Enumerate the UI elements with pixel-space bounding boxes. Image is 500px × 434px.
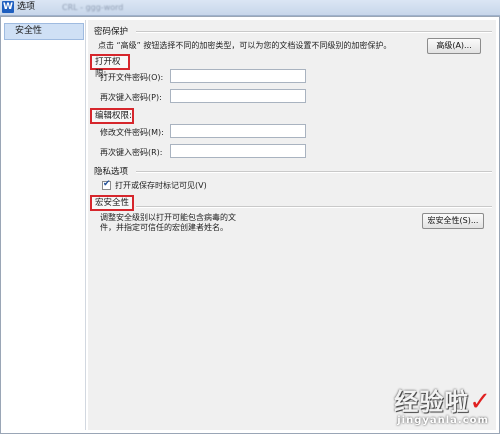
wps-writer-icon: W	[2, 1, 14, 13]
password-description: 点击 “高级” 按钮选择不同的加密类型，可以为您的文档设置不同级别的加密保护。	[98, 41, 392, 50]
mark-visible-label[interactable]: 打开或保存时标记可见(V)	[115, 180, 207, 191]
open-password-input[interactable]	[170, 69, 306, 83]
section-divider	[136, 206, 492, 208]
open-password-confirm-input[interactable]	[170, 89, 306, 103]
watermark-logo: 经验啦✓	[394, 387, 492, 417]
open-password-label: 打开文件密码(O):	[100, 73, 164, 82]
privacy-options-title: 隐私选项	[94, 167, 129, 177]
open-permission-title: 打开权限:	[90, 54, 130, 79]
options-sidebar: 安全性	[3, 20, 86, 430]
section-divider	[136, 31, 492, 33]
security-panel: 密码保护 点击 “高级” 按钮选择不同的加密类型，可以为您的文档设置不同级别的加…	[88, 20, 496, 430]
modify-password-input[interactable]	[170, 124, 306, 138]
blurred-title: CRL - ggg-word	[62, 3, 124, 12]
macro-security-title: 宏安全性	[90, 195, 134, 211]
modify-password-confirm-input[interactable]	[170, 144, 306, 158]
window-title: 选项	[17, 2, 36, 12]
modify-password-confirm-label: 再次键入密码(R):	[100, 148, 163, 157]
title-bar: W 选项 CRL - ggg-word	[0, 0, 500, 16]
sidebar-item-security[interactable]: 安全性	[4, 23, 84, 40]
password-protection-title: 密码保护	[94, 27, 129, 37]
checkmark-icon: ✔	[103, 179, 111, 189]
advanced-button[interactable]: 高级(A)...	[427, 38, 481, 54]
macro-security-button[interactable]: 宏安全性(S)...	[422, 213, 484, 229]
section-divider	[136, 171, 492, 173]
mark-visible-checkbox[interactable]: ✔	[102, 179, 111, 190]
edit-permission-title: 编辑权限:	[90, 108, 134, 124]
macro-description-line2: 件，并指定可信任的宏创建者姓名。	[100, 223, 228, 232]
modify-password-label: 修改文件密码(M):	[100, 128, 164, 137]
watermark: 经验啦✓ jingyanla.com	[394, 382, 492, 426]
open-password-confirm-label: 再次键入密码(P):	[100, 93, 162, 102]
watermark-url: jingyanla.com	[397, 415, 489, 426]
